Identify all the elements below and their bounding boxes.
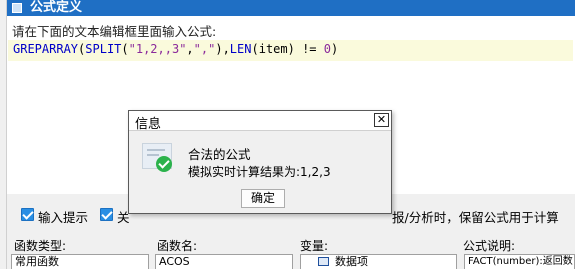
function-type-list[interactable]: 常用函数 <box>11 254 149 269</box>
window-titlebar: 公式定义 <box>7 0 575 16</box>
table-icon <box>318 257 329 266</box>
dialog-message-title: 合法的公式 <box>188 147 251 162</box>
success-check-icon <box>156 156 172 172</box>
formula-token: ) != <box>287 42 324 56</box>
formula-token: LEN <box>229 42 252 56</box>
function-type-header: 函数类型: <box>14 239 67 253</box>
option-checkbox-2[interactable] <box>100 208 113 221</box>
dialog-message-result: 模拟实时计算结果为:1,2,3 <box>188 165 331 179</box>
formula-token: ( <box>251 42 259 56</box>
formula-token: , <box>186 42 194 56</box>
formula-token: 0 <box>323 42 331 56</box>
info-dialog: 信息 ✕ 合法的公式 模拟实时计算结果为:1,2,3 确定 <box>128 110 392 214</box>
formula-token: SPLIT <box>85 42 122 56</box>
formula-token: "," <box>193 42 216 56</box>
window-app-icon <box>12 3 22 13</box>
description-box: FACT(number):返回数 <box>464 254 575 269</box>
function-type-item[interactable]: 常用函数 <box>15 255 59 268</box>
formula-token: "1,2,,3" <box>128 42 187 56</box>
dialog-titlebar: 信息 ✕ <box>129 111 391 132</box>
variable-list[interactable]: 数据项 <box>300 254 457 269</box>
formula-token: ( <box>121 42 129 56</box>
keep-formula-label: 报/分析时，保留公式用于计算 <box>392 210 559 225</box>
window-title: 公式定义 <box>30 0 83 15</box>
function-name-list[interactable]: ACOS <box>155 254 293 269</box>
left-edge-strip <box>0 0 7 269</box>
ok-button[interactable]: 确定 <box>241 189 285 208</box>
formula-token: ), <box>215 42 230 56</box>
formula-token: GREPARRAY <box>13 42 79 56</box>
formula-code[interactable]: GREPARRAY(SPLIT("1,2,,3",","),LEN(item) … <box>13 42 338 56</box>
function-name-header: 函数名: <box>157 239 198 253</box>
input-hint-label: 输入提示 <box>38 210 89 225</box>
description-header: 公式说明: <box>463 239 516 253</box>
variable-header: 变量: <box>300 239 329 253</box>
description-text: FACT(number):返回数 <box>468 256 573 267</box>
dialog-title: 信息 <box>135 117 162 132</box>
formula-token: item <box>258 42 288 56</box>
dialog-close-button[interactable]: ✕ <box>374 113 389 127</box>
variable-item[interactable]: 数据项 <box>335 255 368 268</box>
formula-token: ) <box>330 42 339 56</box>
function-name-item[interactable]: ACOS <box>159 255 190 268</box>
input-hint-checkbox[interactable] <box>21 208 34 221</box>
editor-instruction: 请在下面的文本编辑框里面输入公式: <box>12 24 217 39</box>
